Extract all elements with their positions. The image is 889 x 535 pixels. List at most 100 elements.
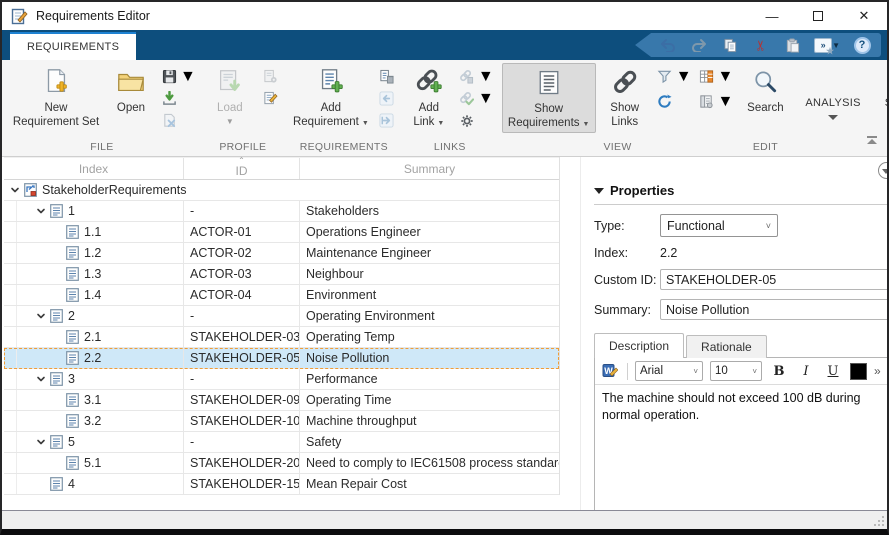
ribbon-section-view: Show Requirements▼ Show Links ▼	[498, 60, 738, 156]
promote-requirement-button[interactable]	[376, 89, 398, 108]
show-requirements-button[interactable]: Show Requirements▼	[502, 63, 596, 133]
table-row[interactable]: 1.4ACTOR-04Environment	[4, 285, 559, 306]
tree-indent	[16, 285, 50, 305]
search-button[interactable]: Search	[741, 63, 789, 116]
italic-button[interactable]: I	[796, 361, 816, 381]
resize-grip[interactable]	[874, 516, 884, 526]
section-label-links: LINKS	[406, 139, 494, 156]
save-caret-icon[interactable]: ▼	[180, 68, 196, 86]
id-cell: STAKEHOLDER-09	[184, 390, 300, 410]
table-row[interactable]: 2.2STAKEHOLDER-05Noise Pollution	[4, 348, 559, 369]
column-header-id[interactable]: ⌃ID	[184, 158, 300, 179]
expand-chevron-icon[interactable]	[34, 309, 48, 323]
show-requirements-icon	[535, 67, 563, 99]
table-row[interactable]: 1.1ACTOR-01Operations Engineer	[4, 222, 559, 243]
table-row[interactable]: 5-Safety	[4, 432, 559, 453]
save-button[interactable]	[158, 67, 180, 86]
add-link-button[interactable]: Add Link▼	[406, 63, 452, 131]
summary-input[interactable]	[660, 299, 889, 320]
expand-chevron-icon[interactable]	[34, 435, 48, 449]
requirement-icon	[50, 435, 63, 449]
load-profile-button[interactable]: Load ▼	[204, 63, 256, 127]
help-button[interactable]: ?	[853, 36, 871, 54]
table-row[interactable]: 2-Operating Environment	[4, 306, 559, 327]
tab-requirements[interactable]: REQUIREMENTS	[10, 32, 136, 60]
delete-requirement-button[interactable]	[376, 67, 398, 86]
maximize-button[interactable]	[795, 2, 841, 30]
column-header-index[interactable]: Index	[4, 158, 184, 179]
open-button[interactable]: Open	[108, 63, 154, 116]
check-links-button[interactable]	[456, 89, 478, 108]
font-family-dropdown[interactable]: Arial ˅	[635, 361, 703, 381]
minimize-button[interactable]: —	[749, 2, 795, 30]
tab-description[interactable]: Description	[594, 333, 684, 358]
table-row[interactable]: 3 - Performance	[4, 369, 559, 390]
undo-button[interactable]	[659, 36, 677, 54]
close-button[interactable]: ✕	[841, 2, 887, 30]
columns-button[interactable]	[696, 67, 718, 86]
new-requirement-set-button[interactable]: New Requirement Set	[8, 63, 104, 131]
table-row[interactable]: 3.2STAKEHOLDER-10Machine throughput	[4, 411, 559, 432]
cell-text: 3	[68, 372, 75, 386]
show-links-button[interactable]: Show Links	[600, 63, 650, 131]
column-header-summary[interactable]: Summary	[300, 158, 559, 179]
redo-button[interactable]	[690, 36, 708, 54]
favorites-button[interactable]: »★	[814, 36, 832, 54]
table-row[interactable]: 3.1STAKEHOLDER-09Operating Time	[4, 390, 559, 411]
cell-text: ACTOR-01	[190, 225, 252, 239]
tree-indent	[16, 432, 34, 452]
demote-requirement-button[interactable]	[376, 111, 398, 130]
requirements-editor-window: Requirements Editor — ✕ REQUIREMENTS ✂	[0, 0, 889, 535]
expand-chevron-icon[interactable]	[8, 183, 22, 197]
cell-text: -	[190, 372, 194, 386]
analysis-label: ANALYSIS	[805, 97, 860, 109]
cut-button[interactable]: ✂	[752, 36, 770, 54]
tab-rationale[interactable]: Rationale	[686, 335, 767, 358]
close-requirement-set-button[interactable]	[158, 111, 180, 130]
requirements-table: Index ⌃ID Summary StakeholderRequirement…	[4, 157, 560, 495]
table-row[interactable]: 4STAKEHOLDER-15Mean Repair Cost	[4, 474, 559, 495]
summary-cell: Safety	[300, 432, 559, 452]
ribbon-section-file: New Requirement Set Open ▼	[4, 60, 200, 156]
toolbar-overflow-button[interactable]: »	[874, 364, 883, 378]
filter-button[interactable]	[654, 67, 676, 86]
profile-settings-button[interactable]	[260, 67, 282, 86]
link-settings-button[interactable]	[456, 111, 478, 130]
delete-link-button[interactable]	[456, 67, 478, 86]
table-row[interactable]: 1.3ACTOR-03Neighbour	[4, 264, 559, 285]
description-text[interactable]: The machine should not exceed 100 dB dur…	[595, 385, 888, 510]
edit-profile-button[interactable]	[260, 89, 282, 108]
requirement-set-row[interactable]: StakeholderRequirements	[4, 180, 559, 201]
report-view-caret-icon: ▼	[718, 93, 734, 111]
open-in-word-button[interactable]: W	[600, 361, 620, 381]
font-size-value: 10	[715, 365, 728, 377]
cell-text: Performance	[306, 372, 378, 386]
properties-section-header[interactable]: Properties	[594, 183, 889, 205]
collapse-ribbon-button[interactable]	[864, 136, 880, 148]
copy-button[interactable]	[721, 36, 739, 54]
font-size-dropdown[interactable]: 10 ˅	[710, 361, 762, 381]
add-requirement-button[interactable]: Add Requirement▼	[290, 63, 372, 131]
underline-button[interactable]: U	[823, 361, 843, 381]
summary-cell: Operating Temp	[300, 327, 559, 347]
collapse-panel-button[interactable]	[878, 162, 889, 179]
table-row[interactable]: 5.1STAKEHOLDER-20Need to comply to IEC61…	[4, 453, 559, 474]
table-row[interactable]: 2.1STAKEHOLDER-03Operating Temp	[4, 327, 559, 348]
size-dropdown-caret-icon: ˅	[752, 367, 757, 376]
bold-button[interactable]: B	[769, 361, 789, 381]
paste-button[interactable]	[783, 36, 801, 54]
expand-chevron-icon[interactable]	[34, 372, 48, 386]
analysis-menu-button[interactable]: ANALYSIS	[793, 60, 872, 156]
table-row[interactable]: 1-Stakeholders	[4, 201, 559, 222]
report-view-button[interactable]	[696, 92, 718, 111]
type-dropdown[interactable]: Functional ˅	[660, 214, 778, 237]
import-button[interactable]	[158, 89, 180, 108]
font-dropdown-caret-icon: ˅	[693, 367, 698, 376]
delete-link-caret-icon: ▼	[478, 68, 494, 86]
table-row[interactable]: 1.2ACTOR-02Maintenance Engineer	[4, 243, 559, 264]
font-color-swatch[interactable]	[850, 363, 867, 380]
tree-indent	[16, 453, 50, 473]
expand-chevron-icon[interactable]	[34, 204, 48, 218]
custom-id-input[interactable]	[660, 269, 889, 290]
refresh-button[interactable]	[654, 92, 676, 111]
